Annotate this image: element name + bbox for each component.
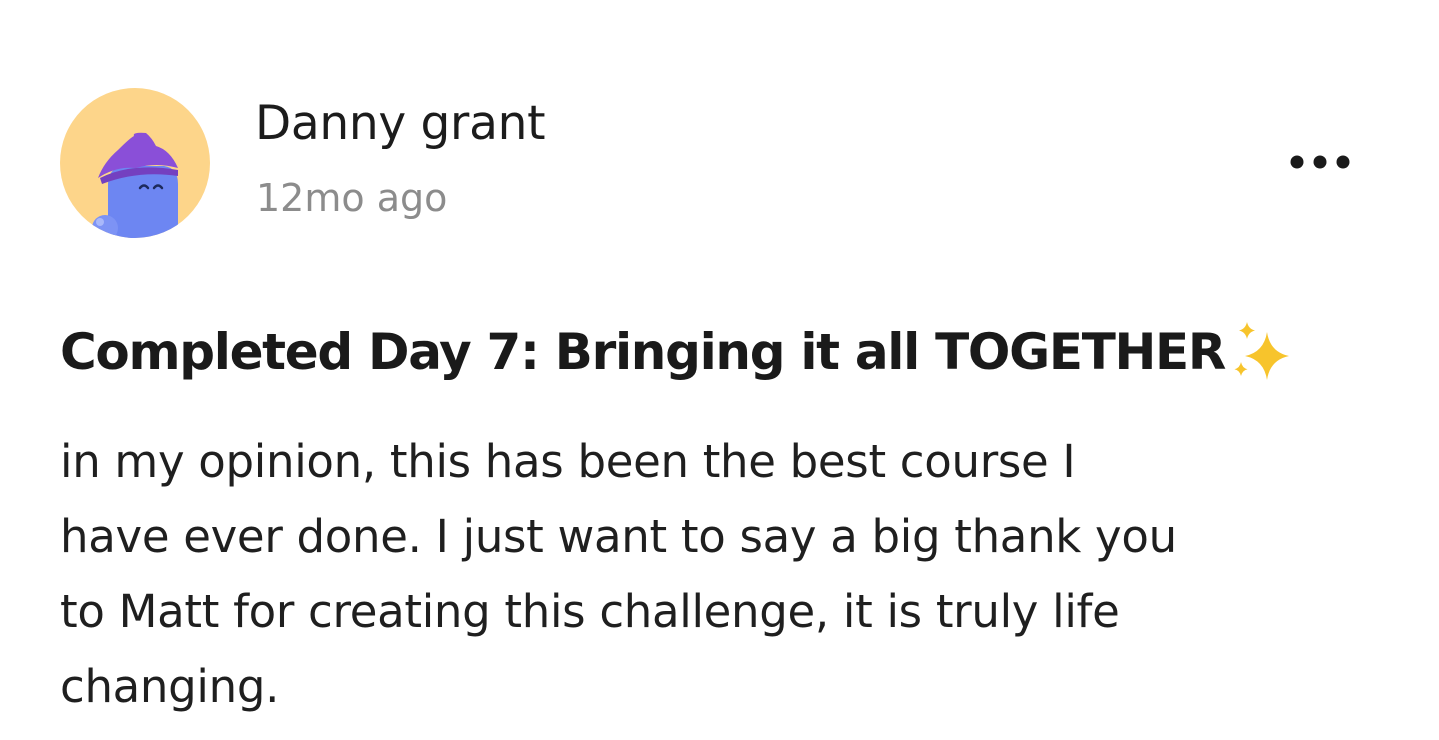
post-title[interactable]: Completed Day 7: Bringing it all TOGETHE… <box>60 323 1226 381</box>
post-body-line: have ever done. I just want to say a big… <box>60 510 1177 563</box>
more-options-button[interactable] <box>1284 140 1356 184</box>
post-timestamp: 12mo ago <box>256 176 448 220</box>
author-avatar[interactable] <box>60 88 210 238</box>
wizard-avatar-icon <box>92 132 178 238</box>
post-body-line: changing. <box>60 660 280 713</box>
post-title-row: Completed Day 7: Bringing it all TOGETHE… <box>60 318 1297 386</box>
author-name[interactable]: Danny grant <box>255 96 546 151</box>
post-body-line: in my opinion, this has been the best co… <box>60 435 1076 488</box>
sparkles-icon <box>1234 322 1290 380</box>
post-card: Danny grant 12mo ago Completed Day 7: Br… <box>0 0 1439 740</box>
more-options-icon <box>1290 155 1350 169</box>
post-body: in my opinion, this has been the best co… <box>60 424 1390 724</box>
post-body-line: to Matt for creating this challenge, it … <box>60 585 1120 638</box>
